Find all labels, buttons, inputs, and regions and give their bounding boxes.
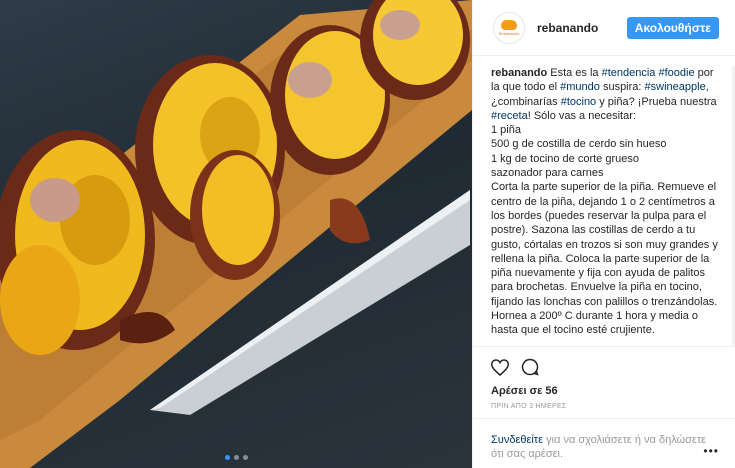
heart-outline-icon[interactable]: [491, 358, 509, 376]
caption-text: ! Sólo vas a necesitar:: [527, 109, 636, 122]
caption-intro: rebanando Esta es la #tendencia #foodie p…: [491, 66, 721, 123]
avatar[interactable]: Rebanando: [493, 11, 525, 44]
caption-text: y piña? ¡Prueba nuestra: [596, 95, 717, 108]
post-header: Rebanando rebanando Ακολουθήστε: [473, 0, 735, 56]
more-options-icon[interactable]: •••: [703, 444, 719, 458]
caption: rebanando Esta es la #tendencia #foodie p…: [473, 66, 735, 346]
hashtag-link[interactable]: #swineapple: [645, 81, 706, 93]
hashtag-link[interactable]: #mundo: [560, 81, 600, 93]
caption-line: Corta la parte superior de la piña. Remu…: [491, 181, 718, 337]
hashtag-link[interactable]: #tendencia: [602, 67, 656, 79]
food-image: [0, 0, 472, 468]
caption-text: suspira:: [599, 81, 645, 94]
carousel-dot[interactable]: [233, 455, 239, 460]
post-side-panel: Rebanando rebanando Ακολουθήστε rebanand…: [472, 0, 735, 468]
avatar-brand-text: Rebanando: [498, 30, 520, 36]
carousel-dot[interactable]: [224, 455, 230, 460]
caption-line: sazonador para carnes: [491, 167, 604, 180]
brand-logo-icon: [501, 19, 517, 30]
caption-line: 1 piña: [491, 124, 521, 137]
comment-bubble-icon[interactable]: [521, 358, 539, 376]
carousel-dot[interactable]: [242, 455, 248, 460]
comment-prompt: Συνδεθείτε για να σχολιάσετε ή να δηλώσε…: [473, 418, 735, 468]
hashtag-link[interactable]: #foodie: [658, 67, 694, 79]
likes-count[interactable]: Αρέσει σε 56: [491, 385, 721, 397]
follow-button[interactable]: Ακολουθήστε: [626, 16, 719, 39]
hashtag-link[interactable]: #receta: [491, 110, 528, 122]
caption-line: 1 kg de tocino de corte grueso: [491, 152, 639, 165]
carousel-indicator: [0, 455, 472, 460]
post-actions: Αρέσει σε 56 ΠΡΙΝ ΑΠΟ 3 ΗΜΕΡΕΣ: [473, 346, 735, 410]
username-link[interactable]: rebanando: [537, 21, 627, 35]
post-timestamp: ΠΡΙΝ ΑΠΟ 3 ΗΜΕΡΕΣ: [491, 403, 567, 410]
caption-username[interactable]: rebanando: [491, 67, 547, 79]
caption-text: Esta es la: [550, 67, 602, 79]
post-photo[interactable]: [0, 0, 472, 468]
caption-line: 500 g de costilla de cerdo sin hueso: [491, 138, 667, 151]
hashtag-link[interactable]: #tocino: [561, 96, 596, 108]
login-link[interactable]: Συνδεθείτε: [491, 434, 543, 446]
